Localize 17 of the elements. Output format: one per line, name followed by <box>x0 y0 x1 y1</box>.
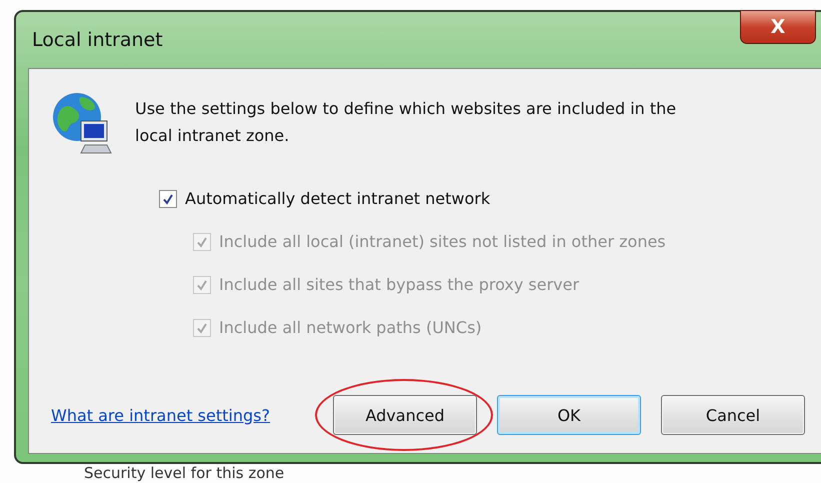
help-link[interactable]: What are intranet settings? <box>51 406 333 424</box>
zone-label: Security level for this zone <box>84 464 284 483</box>
checkmark-icon <box>196 236 208 248</box>
checkbox-label: Include all network paths (UNCs) <box>219 318 482 337</box>
window-title: Local intranet <box>31 29 163 51</box>
checkbox-label: Include all local (intranet) sites not listed in other zones <box>219 232 666 251</box>
checkmark-icon <box>162 192 174 204</box>
close-button[interactable]: X <box>740 10 816 44</box>
description-text: Use the settings below to define which websites are included in the local intranet zone. <box>135 98 678 147</box>
checkmark-icon <box>196 322 208 334</box>
checkbox-label: Automatically detect intranet network <box>185 189 490 208</box>
dialog-button[interactable]: Advanced <box>333 395 477 435</box>
dialog-button[interactable]: OK <box>497 395 641 435</box>
checkbox[interactable] <box>159 190 177 208</box>
dialog-button[interactable]: Cancel <box>661 395 805 435</box>
checkbox-label: Include all sites that bypass the proxy server <box>219 275 580 294</box>
checkmark-icon <box>196 278 208 290</box>
